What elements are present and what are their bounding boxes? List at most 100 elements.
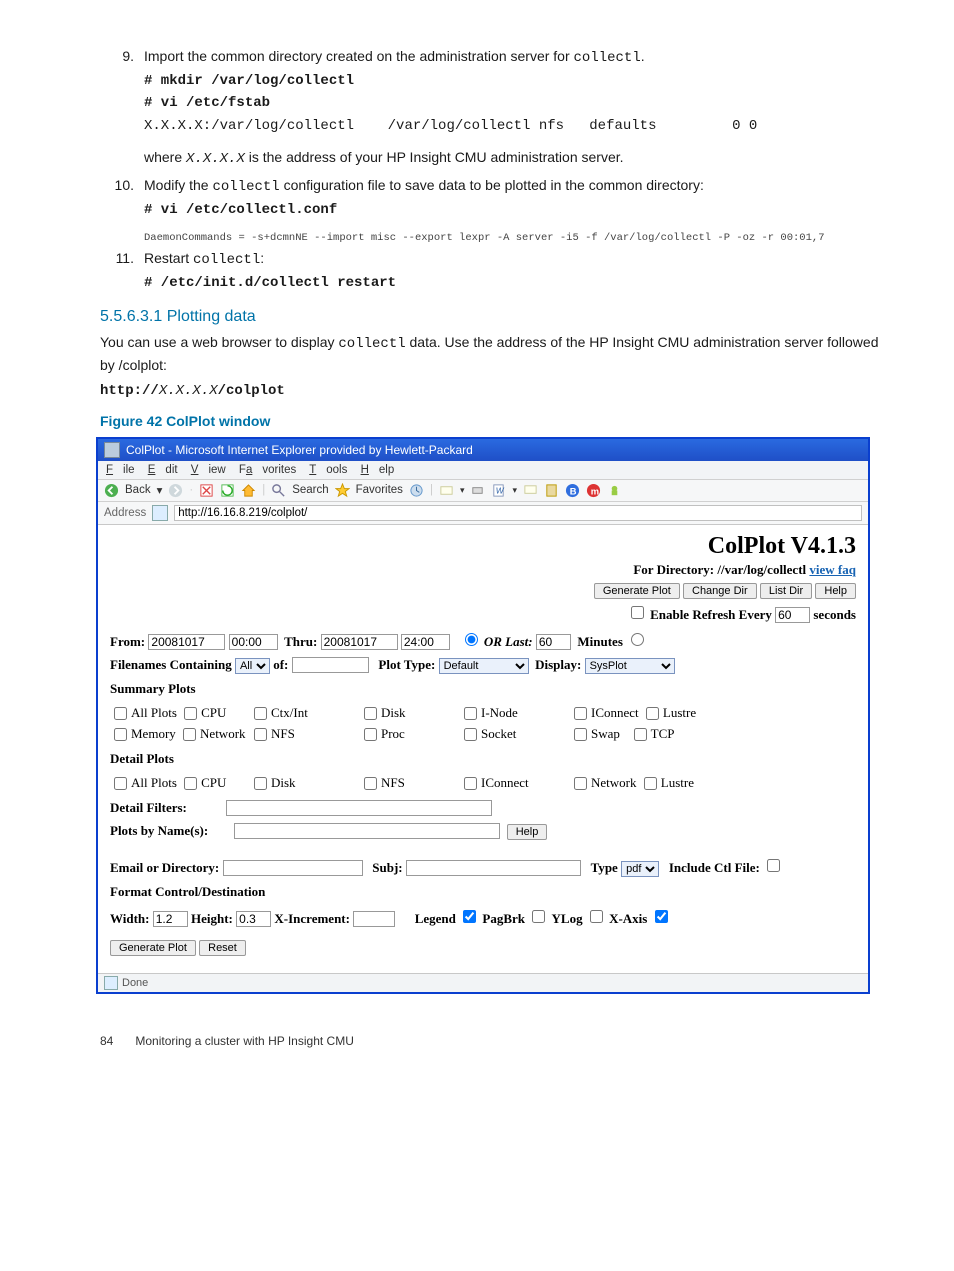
menu-help[interactable]: Help	[361, 464, 395, 476]
detail-lustre-checkbox[interactable]	[644, 777, 657, 790]
detail-iconnect-checkbox[interactable]	[464, 777, 477, 790]
summary-tcp-checkbox[interactable]	[634, 728, 647, 741]
address-input[interactable]	[174, 505, 862, 521]
summary-socket-checkbox[interactable]	[464, 728, 477, 741]
view-faq-link[interactable]: view faq	[809, 562, 856, 577]
generate-plot-button[interactable]: Generate Plot	[594, 583, 680, 599]
width-input[interactable]	[153, 911, 188, 927]
step-9-text-b: .	[641, 48, 645, 64]
research-icon[interactable]	[544, 483, 559, 498]
discuss-icon[interactable]	[523, 483, 538, 498]
reset-button[interactable]: Reset	[199, 940, 246, 956]
menu-favorites[interactable]: Favorites	[239, 464, 296, 476]
enable-refresh-checkbox[interactable]	[631, 606, 644, 619]
filenames-of-input[interactable]	[292, 657, 369, 673]
display-select[interactable]: SysPlot	[585, 658, 675, 674]
detail-filters-input[interactable]	[226, 800, 492, 816]
refresh-icon[interactable]	[220, 483, 235, 498]
pagbrk-checkbox[interactable]	[532, 910, 545, 923]
detail-disk-checkbox[interactable]	[254, 777, 267, 790]
mail-dropdown-icon[interactable]: ▾	[460, 485, 465, 496]
mail-icon[interactable]	[439, 483, 454, 498]
ie-titlebar: ColPlot - Microsoft Internet Explorer pr…	[98, 439, 868, 461]
subj-input[interactable]	[406, 860, 581, 876]
or-last-label: OR Last:	[484, 634, 533, 649]
summary-ctxint-checkbox[interactable]	[254, 707, 267, 720]
bluetooth-icon[interactable]: B	[565, 483, 580, 498]
history-icon[interactable]	[409, 483, 424, 498]
summary-cpu-checkbox[interactable]	[184, 707, 197, 720]
step-9-codeblock: # mkdir /var/log/collectl # vi /etc/fsta…	[100, 70, 894, 137]
from-time-input[interactable]	[229, 634, 278, 650]
refresh-interval-input[interactable]	[775, 607, 810, 623]
from-date-input[interactable]	[148, 634, 225, 650]
plots-help-button[interactable]: Help	[507, 824, 548, 840]
detail-cpu-checkbox[interactable]	[184, 777, 197, 790]
step-10-code: collectl	[212, 179, 279, 195]
menu-file[interactable]: File	[106, 464, 135, 476]
legend-label: Legend	[415, 911, 456, 926]
messenger-icon[interactable]	[607, 483, 622, 498]
summary-nfs-checkbox[interactable]	[254, 728, 267, 741]
ie-address-bar: Address	[98, 502, 868, 525]
ylog-checkbox[interactable]	[590, 910, 603, 923]
summary-memory-checkbox[interactable]	[114, 728, 127, 741]
summary-network-checkbox[interactable]	[183, 728, 196, 741]
section-para: You can use a web browser to display col…	[100, 332, 894, 375]
menu-edit[interactable]: Edit	[148, 464, 178, 476]
summary-inode-checkbox[interactable]	[464, 707, 477, 720]
menu-view[interactable]: View	[191, 464, 226, 476]
xaxis-checkbox[interactable]	[655, 910, 668, 923]
svg-text:m: m	[591, 486, 599, 496]
or-last-mode-radio[interactable]	[465, 633, 478, 646]
list-dir-button[interactable]: List Dir	[760, 583, 812, 599]
detail-allplots-checkbox[interactable]	[114, 777, 127, 790]
back-dropdown-icon[interactable]: ▾	[157, 483, 163, 497]
summary-disk-checkbox[interactable]	[364, 707, 377, 720]
thru-date-input[interactable]	[321, 634, 398, 650]
home-icon[interactable]	[241, 483, 256, 498]
edit-dropdown-icon[interactable]: ▾	[512, 485, 517, 496]
search-label[interactable]: Search	[292, 484, 328, 496]
step-11-code: collectl	[193, 252, 260, 268]
favorites-label[interactable]: Favorites	[356, 484, 403, 496]
detail-nfs-checkbox[interactable]	[364, 777, 377, 790]
menu-tools[interactable]: Tools	[309, 464, 347, 476]
type-select[interactable]: pdf	[621, 861, 659, 877]
summary-proc-checkbox[interactable]	[364, 728, 377, 741]
email-input[interactable]	[223, 860, 363, 876]
back-label[interactable]: Back	[125, 484, 151, 496]
summary-lustre-checkbox[interactable]	[646, 707, 659, 720]
summary-allplots-checkbox[interactable]	[114, 707, 127, 720]
status-text: Done	[122, 977, 148, 989]
include-ctl-checkbox[interactable]	[767, 859, 780, 872]
edit-icon[interactable]: W	[491, 483, 506, 498]
forward-icon[interactable]	[168, 483, 183, 498]
filenames-containing-select[interactable]: All	[235, 658, 270, 674]
print-icon[interactable]	[470, 483, 485, 498]
favorites-icon[interactable]	[335, 483, 350, 498]
or-last-input[interactable]	[536, 634, 571, 650]
xincr-label: X-Increment:	[274, 911, 350, 926]
thru-time-input[interactable]	[401, 634, 450, 650]
help-button[interactable]: Help	[815, 583, 856, 599]
page-number: 84	[100, 1034, 132, 1048]
info-icon[interactable]: m	[586, 483, 601, 498]
height-input[interactable]	[236, 911, 271, 927]
plot-type-select[interactable]: Default	[439, 658, 529, 674]
generate-plot-button-2[interactable]: Generate Plot	[110, 940, 196, 956]
legend-checkbox[interactable]	[463, 910, 476, 923]
xincr-input[interactable]	[353, 911, 395, 927]
detail-network-checkbox[interactable]	[574, 777, 587, 790]
minutes-mode-radio[interactable]	[631, 633, 644, 646]
search-icon[interactable]	[271, 483, 286, 498]
change-dir-button[interactable]: Change Dir	[683, 583, 757, 599]
summary-swap-checkbox[interactable]	[574, 728, 587, 741]
subj-label: Subj:	[372, 860, 402, 875]
summary-iconnect-checkbox[interactable]	[574, 707, 587, 720]
stop-icon[interactable]	[199, 483, 214, 498]
ie-title: ColPlot - Microsoft Internet Explorer pr…	[126, 443, 473, 457]
plots-by-name-input[interactable]	[234, 823, 500, 839]
colplot-directory: For Directory: //var/log/collectl	[633, 562, 806, 577]
back-icon[interactable]	[104, 483, 119, 498]
